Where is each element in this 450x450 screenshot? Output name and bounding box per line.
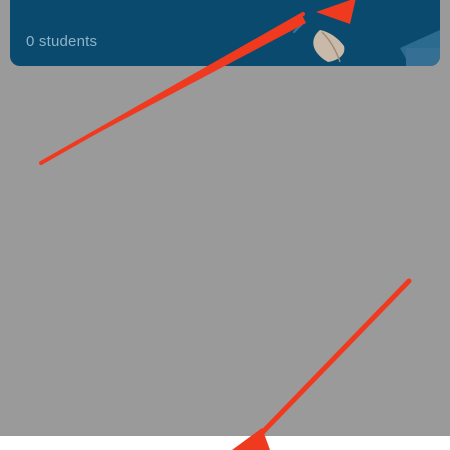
- annotation-layer: [39, 0, 412, 450]
- bottom-sheet-edge: [0, 436, 450, 450]
- student-count: 0 students: [26, 33, 98, 50]
- class-card-illustration: [293, 10, 440, 66]
- screen-dimmed-overlay[interactable]: 0 students: [0, 0, 450, 450]
- class-card[interactable]: 0 students: [10, 0, 440, 66]
- annotation-arrow-lower: [232, 278, 412, 450]
